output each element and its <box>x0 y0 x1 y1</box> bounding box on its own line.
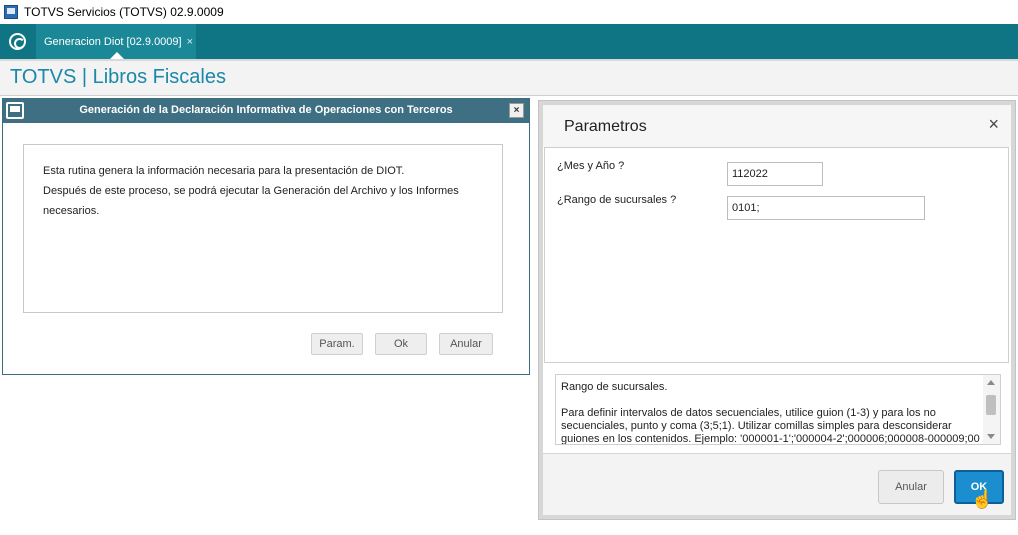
month-year-input[interactable]: 112022 <box>727 162 823 186</box>
help-title: Rango de sucursales. <box>561 381 668 393</box>
help-scrollbar[interactable] <box>983 375 1000 444</box>
help-body: Para definir intervalos de datos secuenc… <box>561 407 980 445</box>
tab-close-icon[interactable]: × <box>187 36 193 48</box>
month-year-label: ¿Mes y Año ? <box>557 160 625 172</box>
scroll-up-icon[interactable] <box>987 380 995 385</box>
scroll-thumb[interactable] <box>986 395 996 415</box>
description-line: Esta rutina genera la información necesa… <box>43 165 405 177</box>
parameters-dialog: Parametros × ¿Mes y Año ? 112022 ¿Rango … <box>538 100 1016 520</box>
branch-range-input[interactable]: 0101; <box>727 196 925 220</box>
tab-label: Generacion Diot [02.9.0009] <box>44 35 182 48</box>
description-box: Esta rutina genera la información necesa… <box>23 144 503 313</box>
branch-range-label: ¿Rango de sucursales ? <box>557 194 677 206</box>
module-title: TOTVS | Libros Fiscales <box>10 66 226 88</box>
parameters-dialog-footer: Anular OK ☝ <box>543 453 1011 515</box>
close-icon[interactable]: × <box>509 103 524 118</box>
cancel-button[interactable]: Anular <box>439 333 493 355</box>
tab-generacion-diot[interactable]: Generacion Diot [02.9.0009] × <box>36 24 196 59</box>
mouse-pointer-icon: ☝ <box>971 489 994 509</box>
window-title: TOTVS Servicios (TOTVS) 02.9.0009 <box>24 5 224 19</box>
diot-dialog-header: Generación de la Declaración Informativa… <box>3 99 529 123</box>
app-icon <box>4 5 18 19</box>
window-titlebar: TOTVS Servicios (TOTVS) 02.9.0009 <box>0 0 1018 24</box>
param-button[interactable]: Param. <box>311 333 363 355</box>
close-icon[interactable]: × <box>988 114 999 135</box>
diot-dialog: Generación de la Declaración Informativa… <box>2 98 530 375</box>
scroll-down-icon[interactable] <box>987 434 995 439</box>
active-tab-indicator <box>110 52 124 59</box>
description-line: Después de este proceso, se podrá ejecut… <box>43 185 459 197</box>
parameters-dialog-header: Parametros × <box>543 105 1011 147</box>
help-text: Rango de sucursales. Para definir interv… <box>561 381 981 445</box>
parameters-dialog-body: Parametros × ¿Mes y Año ? 112022 ¿Rango … <box>543 105 1011 515</box>
module-header: TOTVS | Libros Fiscales <box>0 59 1018 96</box>
parameters-form: ¿Mes y Año ? 112022 ¿Rango de sucursales… <box>544 147 1009 363</box>
ok-button[interactable]: Ok <box>375 333 427 355</box>
help-textarea[interactable]: Rango de sucursales. Para definir interv… <box>555 374 1001 445</box>
tab-bar: Generacion Diot [02.9.0009] × <box>0 24 1018 59</box>
parameters-dialog-title: Parametros <box>564 118 647 135</box>
cancel-button[interactable]: Anular <box>878 470 944 504</box>
totvs-logo-icon[interactable] <box>9 33 26 50</box>
diot-dialog-title: Generación de la Declaración Informativa… <box>79 104 453 116</box>
description-line: necesarios. <box>43 205 100 217</box>
